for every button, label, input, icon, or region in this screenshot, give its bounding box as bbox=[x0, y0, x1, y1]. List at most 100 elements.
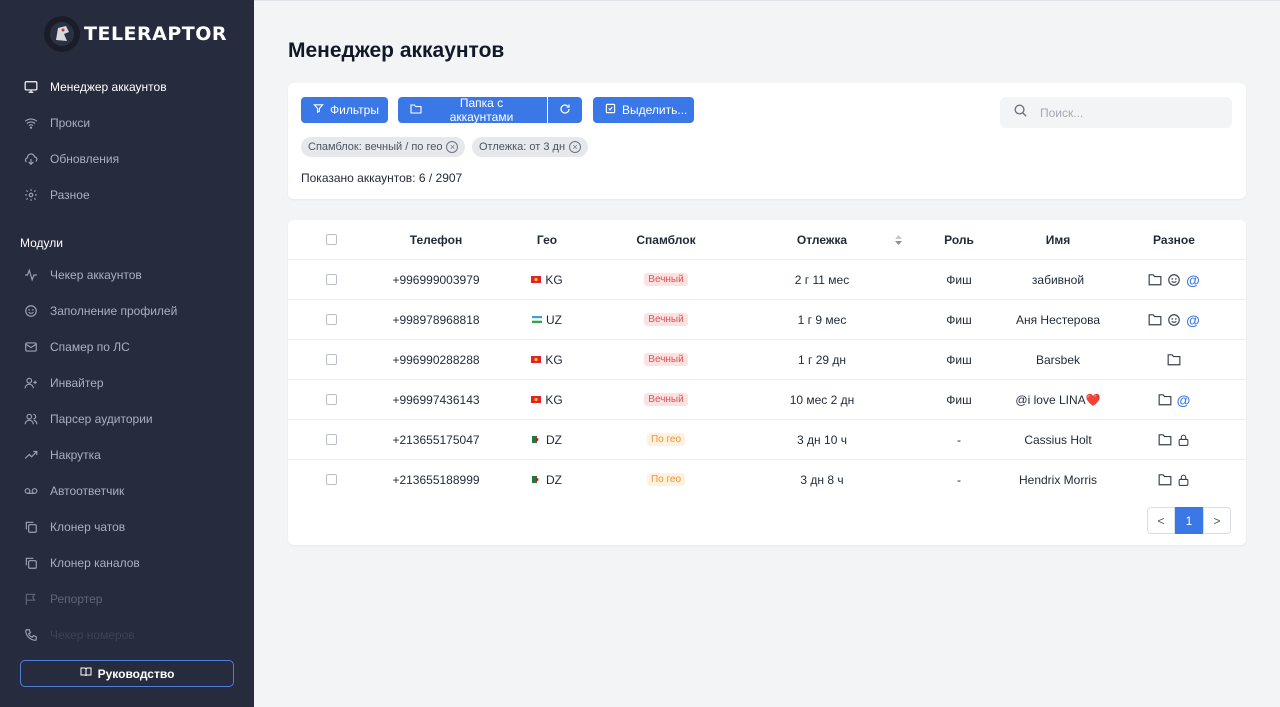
misc-cell bbox=[1124, 340, 1224, 380]
wifi-icon bbox=[22, 114, 40, 132]
folder-icon[interactable] bbox=[1148, 273, 1162, 287]
sidebar-item-sidebar-modules-2[interactable]: Спамер по ЛС bbox=[0, 329, 254, 365]
misc-cell: @ bbox=[1124, 260, 1224, 300]
row-checkbox[interactable] bbox=[324, 420, 338, 460]
filters-button[interactable]: Фильтры bbox=[301, 97, 388, 123]
sidebar-item-sidebar-items-2[interactable]: Обновления bbox=[0, 141, 254, 177]
sidebar-item-sidebar-items-3[interactable]: Разное bbox=[0, 177, 254, 213]
header-name[interactable]: Имя bbox=[1008, 220, 1108, 259]
toolbar-card: Фильтры Папка с аккаунтами Выделить... С… bbox=[288, 83, 1246, 199]
age-cell: 3 дн 8 ч bbox=[800, 472, 844, 487]
next-page-button[interactable]: > bbox=[1203, 507, 1231, 534]
name-cell: забивной bbox=[1031, 272, 1085, 287]
sidebar-item-label: Автоответчик bbox=[50, 484, 125, 498]
name-cell: @i love LINA❤️ bbox=[1015, 392, 1101, 407]
folder-icon[interactable] bbox=[1158, 393, 1172, 407]
sidebar-item-label: Чекер номеров bbox=[50, 628, 135, 642]
sidebar-item-sidebar-modules-9[interactable]: Репортер bbox=[0, 581, 254, 617]
smile-icon[interactable] bbox=[1167, 313, 1181, 327]
spamblock-badge: Вечный bbox=[644, 313, 688, 326]
spamblock-cell: Вечный bbox=[616, 380, 716, 420]
role-cell: Фиш bbox=[946, 312, 972, 327]
folder-icon[interactable] bbox=[1148, 313, 1162, 327]
geo-cell: KG bbox=[517, 340, 577, 380]
spamblock-cell: По гео bbox=[616, 420, 716, 460]
row-checkbox[interactable] bbox=[324, 340, 338, 380]
close-icon[interactable]: × bbox=[569, 141, 582, 153]
smile-icon[interactable] bbox=[1167, 273, 1181, 287]
sidebar-item-sidebar-modules-0[interactable]: Чекер аккаунтов bbox=[0, 257, 254, 293]
sidebar-item-sidebar-modules-4[interactable]: Парсер аудитории bbox=[0, 401, 254, 437]
spamblock-badge: Вечный bbox=[644, 393, 688, 406]
dz-flag-icon bbox=[532, 436, 546, 443]
sidebar-item-sidebar-items-0[interactable]: Менеджер аккаунтов bbox=[0, 69, 254, 105]
sidebar-item-sidebar-modules-7[interactable]: Клонер чатов bbox=[0, 509, 254, 545]
table-row[interactable]: +996999003979 KG Вечный 2 г 11 мес Фиш забивн… bbox=[288, 259, 1246, 299]
table-row[interactable]: +996997436143 KG Вечный 10 мес 2 дн Фиш @i lo… bbox=[288, 379, 1246, 419]
close-icon[interactable]: × bbox=[446, 141, 459, 153]
row-checkbox[interactable] bbox=[324, 460, 338, 500]
book-icon bbox=[80, 666, 92, 681]
sidebar-item-sidebar-modules-6[interactable]: Автоответчик bbox=[0, 473, 254, 509]
filters-label: Фильтры bbox=[330, 103, 379, 117]
row-checkbox[interactable] bbox=[324, 260, 338, 300]
lock-icon[interactable] bbox=[1177, 473, 1191, 487]
filter-chip-age[interactable]: Отлежка: от 3 дн × bbox=[472, 137, 589, 157]
at-icon[interactable]: @ bbox=[1186, 272, 1200, 288]
header-phone[interactable]: Телефон bbox=[386, 220, 486, 259]
monitor-icon bbox=[22, 78, 40, 96]
sort-icon[interactable] bbox=[892, 220, 904, 259]
header-geo[interactable]: Гео bbox=[522, 220, 572, 259]
page-button[interactable]: 1 bbox=[1175, 507, 1203, 534]
spamblock-cell: Вечный bbox=[616, 260, 716, 300]
folder-icon[interactable] bbox=[1158, 433, 1172, 447]
sidebar-item-label: Менеджер аккаунтов bbox=[50, 80, 167, 94]
geo-code: KG bbox=[545, 272, 563, 287]
row-checkbox[interactable] bbox=[324, 300, 338, 340]
table-row[interactable]: +213655175047 DZ По гео 3 дн 10 ч - Cassius H… bbox=[288, 419, 1246, 459]
geo-code: DZ bbox=[546, 432, 562, 447]
logo[interactable]: TELERAPTOR bbox=[44, 16, 227, 52]
header-age[interactable]: Отлежка bbox=[772, 220, 872, 259]
spamblock-cell: Вечный bbox=[616, 300, 716, 340]
folder-button[interactable]: Папка с аккаунтами bbox=[398, 96, 547, 124]
spamblock-badge: Вечный bbox=[644, 273, 688, 286]
header-spamblock[interactable]: Спамблок bbox=[616, 220, 716, 259]
prev-page-button[interactable]: < bbox=[1147, 507, 1175, 534]
header-role[interactable]: Роль bbox=[929, 220, 989, 259]
geo-code: KG bbox=[545, 392, 563, 407]
filter-chip-spamblock[interactable]: Спамблок: вечный / по гео × bbox=[301, 137, 466, 157]
sidebar-item-label: Прокси bbox=[50, 116, 91, 130]
misc-cell bbox=[1124, 420, 1224, 460]
guide-button[interactable]: Руководство bbox=[20, 660, 234, 687]
phone-cell: +213655188999 bbox=[392, 472, 480, 487]
age-cell: 2 г 11 мес bbox=[794, 272, 850, 287]
sidebar-item-label: Заполнение профилей bbox=[50, 304, 178, 318]
header-misc[interactable]: Разное bbox=[1124, 220, 1224, 259]
sidebar-item-sidebar-modules-8[interactable]: Клонер каналов bbox=[0, 545, 254, 581]
page-title: Менеджер аккаунтов bbox=[288, 39, 505, 62]
select-button[interactable]: Выделить... bbox=[593, 97, 694, 123]
row-checkbox[interactable] bbox=[324, 380, 338, 420]
at-icon[interactable]: @ bbox=[1186, 312, 1200, 328]
lock-icon[interactable] bbox=[1177, 433, 1191, 447]
kg-flag-icon bbox=[531, 356, 545, 363]
accounts-table: Телефон Гео Спамблок Отлежка Роль Имя Ра… bbox=[288, 220, 1246, 545]
copy-icon bbox=[22, 554, 40, 572]
table-row[interactable]: +998978968818 UZ Вечный 1 г 9 мес Фиш Аня Нес… bbox=[288, 299, 1246, 339]
table-row[interactable]: +996990288288 KG Вечный 1 г 29 дн Фиш Barsbek bbox=[288, 339, 1246, 379]
sidebar-item-label: Накрутка bbox=[50, 448, 101, 462]
table-row[interactable]: +213655188999 DZ По гео 3 дн 8 ч - Hendrix Mo… bbox=[288, 459, 1246, 499]
refresh-button[interactable] bbox=[548, 97, 582, 123]
search-input[interactable] bbox=[1040, 105, 1210, 120]
sidebar-item-sidebar-modules-3[interactable]: Инвайтер bbox=[0, 365, 254, 401]
folder-icon[interactable] bbox=[1158, 473, 1172, 487]
sidebar-item-sidebar-items-1[interactable]: Прокси bbox=[0, 105, 254, 141]
select-all-checkbox[interactable] bbox=[324, 220, 338, 259]
at-icon[interactable]: @ bbox=[1177, 392, 1191, 408]
folder-icon[interactable] bbox=[1167, 353, 1181, 367]
sidebar-item-sidebar-modules-5[interactable]: Накрутка bbox=[0, 437, 254, 473]
sidebar-item-sidebar-modules-10[interactable]: Чекер номеров bbox=[0, 617, 254, 653]
sidebar-item-sidebar-modules-1[interactable]: Заполнение профилей bbox=[0, 293, 254, 329]
age-cell: 3 дн 10 ч bbox=[797, 432, 847, 447]
